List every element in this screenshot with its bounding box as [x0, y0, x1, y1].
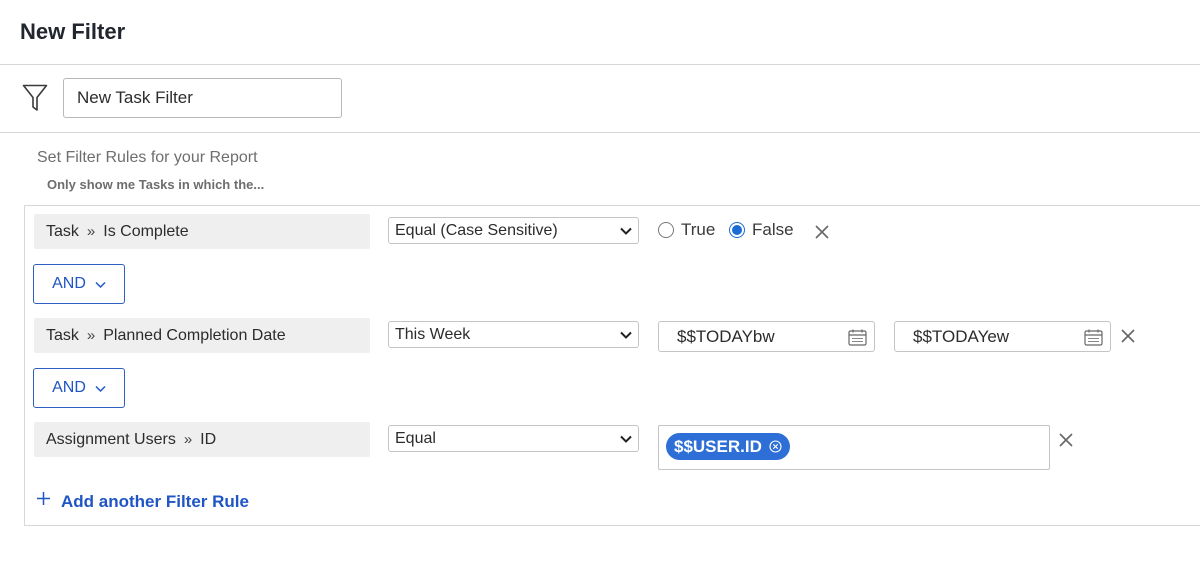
operator-select[interactable]: Equal	[388, 425, 639, 452]
field-name-label: ID	[200, 430, 217, 448]
remove-rule-close-icon[interactable]	[815, 225, 829, 239]
radio-circle-selected	[729, 222, 745, 238]
radio-label: False	[752, 220, 794, 239]
rules-subheading: Only show me Tasks in which the...	[47, 177, 265, 192]
remove-rule-close-icon[interactable]	[1059, 433, 1073, 447]
funnel-icon	[22, 84, 48, 111]
radio-circle	[658, 222, 674, 238]
rules-container	[24, 205, 1200, 526]
start-date-input[interactable]: $$TODAYbw	[658, 321, 875, 352]
field-name-label: Is Complete	[103, 222, 189, 240]
radio-label: True	[681, 220, 716, 239]
remove-rule-close-icon[interactable]	[1121, 329, 1135, 343]
field-parent-label: Task	[46, 222, 79, 240]
rules-heading: Set Filter Rules for your Report	[37, 149, 258, 166]
plus-icon	[37, 491, 50, 505]
calendar-icon[interactable]	[848, 329, 867, 346]
chevron-down-icon	[620, 435, 632, 443]
header-divider	[0, 64, 1200, 65]
field-parent-label: Task	[46, 326, 79, 344]
double-chevron-right-icon: »	[86, 223, 96, 240]
connector-label: AND	[52, 275, 86, 292]
field-name-label: Planned Completion Date	[103, 326, 286, 344]
connector-label: AND	[52, 379, 86, 396]
start-date-value: $$TODAYbw	[677, 326, 775, 346]
chevron-down-icon	[620, 331, 632, 339]
end-date-value: $$TODAYew	[913, 326, 1010, 346]
double-chevron-right-icon: »	[183, 431, 193, 448]
chevron-down-icon	[620, 227, 632, 235]
name-divider	[0, 132, 1200, 133]
operator-value: This Week	[395, 325, 471, 343]
user-token-input[interactable]: $$USER.ID	[658, 425, 1050, 470]
end-date-input[interactable]: $$TODAYew	[894, 321, 1111, 352]
operator-value: Equal (Case Sensitive)	[395, 221, 558, 239]
field-parent-label: Assignment Users	[46, 430, 176, 448]
add-filter-rule-label: Add another Filter Rule	[61, 492, 249, 511]
remove-token-close-icon[interactable]	[769, 440, 782, 453]
filter-name-input[interactable]	[63, 78, 342, 118]
rule-field-chip[interactable]: Task » Is Complete	[34, 214, 370, 249]
double-chevron-right-icon: »	[86, 327, 96, 344]
and-connector-button[interactable]: AND	[33, 368, 125, 408]
add-filter-rule-link[interactable]: Add another Filter Rule	[36, 491, 249, 512]
chevron-down-icon	[95, 385, 106, 392]
radio-true[interactable]: True	[658, 220, 715, 240]
token-label: $$USER.ID	[674, 436, 762, 456]
page-title: New Filter	[20, 19, 126, 44]
operator-select[interactable]: This Week	[388, 321, 639, 348]
and-connector-button[interactable]: AND	[33, 264, 125, 304]
operator-value: Equal	[395, 429, 436, 447]
radio-false[interactable]: False	[729, 220, 794, 240]
user-id-token[interactable]: $$USER.ID	[666, 433, 790, 460]
rule-field-chip[interactable]: Assignment Users » ID	[34, 422, 370, 457]
calendar-icon[interactable]	[1084, 329, 1103, 346]
chevron-down-icon	[95, 281, 106, 288]
rule-field-chip[interactable]: Task » Planned Completion Date	[34, 318, 370, 353]
operator-select[interactable]: Equal (Case Sensitive)	[388, 217, 639, 244]
